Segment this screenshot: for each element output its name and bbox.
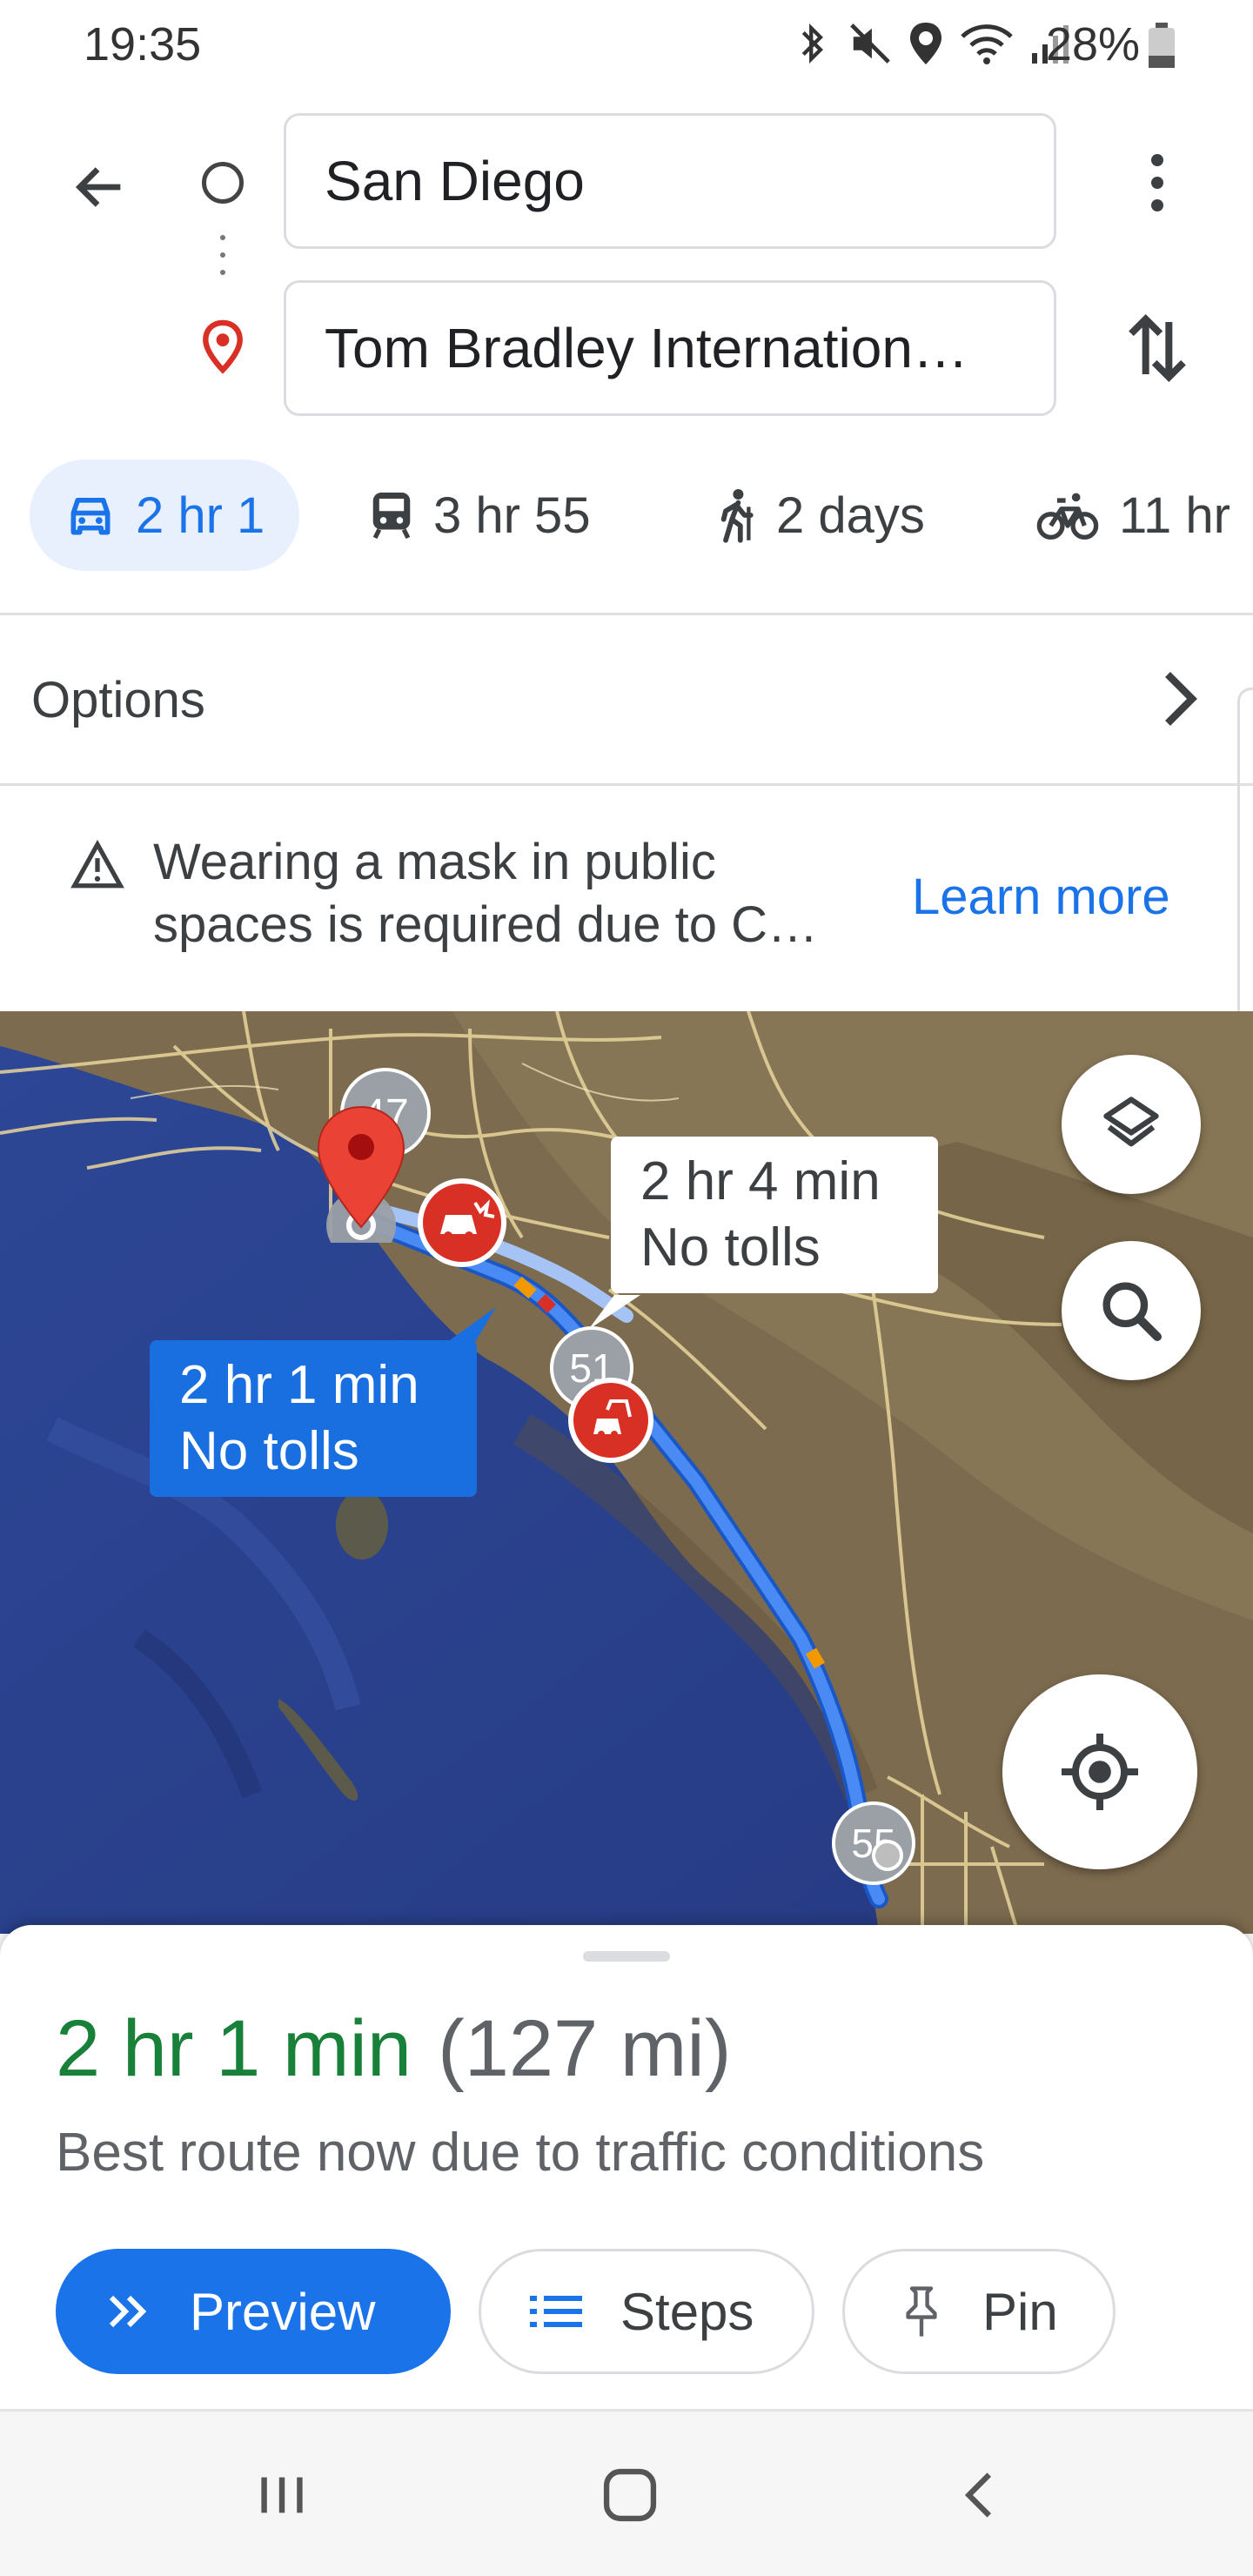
options-label: Options — [31, 671, 205, 728]
bike-icon — [1036, 493, 1099, 540]
travel-mode-tabs: 2 hr 1 3 hr 55 2 days 11 hr — [0, 453, 1253, 583]
map-view[interactable]: 47 51 55 2 hr 4 min No tolls 2 hr 1 min … — [0, 1011, 1253, 1934]
walk-icon — [720, 489, 754, 543]
mute-icon — [850, 23, 890, 64]
double-chevron-icon — [109, 2295, 147, 2328]
destination-value: Tom Bradley Internation… — [325, 317, 968, 379]
route-connector — [220, 235, 225, 296]
notice-line-1: Wearing a mask in public — [153, 834, 716, 890]
pin-icon — [906, 2286, 937, 2337]
primary-route-label[interactable]: 2 hr 1 min No tolls — [150, 1340, 477, 1497]
status-time: 19:35 — [84, 18, 202, 70]
pin-label: Pin — [982, 2282, 1058, 2341]
route-distance: (127 mi) — [438, 2004, 732, 2093]
swap-button[interactable] — [1114, 305, 1201, 392]
primary-route-time: 2 hr 1 min — [179, 1355, 419, 1415]
recent-apps-button[interactable] — [230, 2443, 334, 2547]
list-icon — [530, 2296, 582, 2327]
steps-button[interactable]: Steps — [479, 2249, 814, 2374]
home-button[interactable] — [578, 2443, 682, 2547]
steps-label: Steps — [620, 2282, 754, 2341]
notice-line-2: spaces is required due to C… — [153, 896, 819, 953]
tab-driving[interactable]: 2 hr 1 — [30, 460, 300, 571]
destination-marker-icon[interactable] — [315, 1104, 407, 1243]
preview-button[interactable]: Preview — [56, 2249, 451, 2374]
route-duration: 2 hr 1 min — [56, 2004, 412, 2093]
tab-transit-label: 3 hr 55 — [433, 486, 591, 544]
battery-icon — [1149, 23, 1175, 68]
my-location-icon — [1062, 1734, 1138, 1810]
origin-value: San Diego — [325, 150, 585, 212]
tab-cycling[interactable]: 11 hr — [1035, 460, 1230, 571]
options-row[interactable]: Options — [0, 616, 1236, 783]
location-icon — [910, 23, 941, 64]
primary-route-label-tail — [435, 1307, 496, 1351]
search-along-route-button[interactable] — [1062, 1241, 1201, 1380]
route-summary: 2 hr 1 min (127 mi) — [56, 2003, 731, 2095]
system-back-button[interactable] — [929, 2443, 1034, 2547]
recent-apps-icon — [261, 2477, 303, 2513]
battery-percent: 28% — [1045, 18, 1140, 70]
transit-icon — [372, 493, 411, 540]
layers-button[interactable] — [1062, 1055, 1201, 1194]
back-arrow-icon — [75, 167, 121, 207]
alt-route-tolls: No tolls — [640, 1218, 821, 1278]
highway-shield-55: 55 — [832, 1801, 915, 1885]
alt-route-label-tail — [588, 1295, 640, 1330]
search-icon — [1102, 1282, 1162, 1341]
more-vert-icon[interactable] — [1122, 139, 1192, 226]
origin-field[interactable]: San Diego — [284, 113, 1056, 249]
traffic-incident-icon[interactable] — [567, 1377, 654, 1464]
my-location-button[interactable] — [1002, 1674, 1197, 1869]
system-nav-bar — [0, 2409, 1253, 2576]
warning-icon — [70, 840, 124, 889]
pin-button[interactable]: Pin — [842, 2249, 1116, 2374]
destination-pin-icon — [203, 319, 243, 374]
learn-more-link[interactable]: Learn more — [912, 868, 1170, 926]
alt-route-time: 2 hr 4 min — [640, 1151, 881, 1211]
tab-cycling-label: 11 hr — [1119, 486, 1230, 544]
bluetooth-icon — [801, 23, 823, 64]
wifi-icon — [961, 24, 1013, 64]
tab-driving-label: 2 hr 1 — [136, 486, 265, 544]
tab-walking[interactable]: 2 days — [715, 460, 925, 571]
destination-field[interactable]: Tom Bradley Internation… — [284, 280, 1056, 416]
chevron-left-icon — [964, 2472, 992, 2518]
layers-icon — [1103, 1097, 1159, 1147]
car-icon — [70, 497, 111, 535]
route-reason: Best route now due to traffic conditions — [56, 2123, 985, 2183]
origin-circle-icon — [202, 162, 244, 204]
notice-text: Wearing a mask in public spaces is requi… — [153, 831, 875, 956]
covid-notice: Wearing a mask in public spaces is requi… — [0, 786, 1236, 1012]
alt-route-label[interactable]: 2 hr 4 min No tolls — [611, 1137, 938, 1293]
directions-bottom-sheet[interactable]: 2 hr 1 min (127 mi) Best route now due to… — [0, 1925, 1253, 2412]
swap-icon — [1129, 314, 1186, 382]
preview-label: Preview — [190, 2282, 376, 2341]
tab-walking-label: 2 days — [776, 486, 925, 544]
primary-route-tolls: No tolls — [179, 1421, 359, 1481]
divider — [0, 613, 1253, 615]
home-icon — [603, 2468, 657, 2522]
status-icons — [794, 19, 1070, 68]
sheet-drag-handle[interactable] — [583, 1951, 670, 1962]
crash-incident-icon[interactable] — [416, 1177, 508, 1269]
back-button[interactable] — [61, 148, 139, 226]
tab-transit[interactable]: 3 hr 55 — [369, 460, 591, 571]
chevron-right-icon — [1165, 672, 1197, 726]
status-bar: 19:35 28% — [0, 0, 1253, 87]
